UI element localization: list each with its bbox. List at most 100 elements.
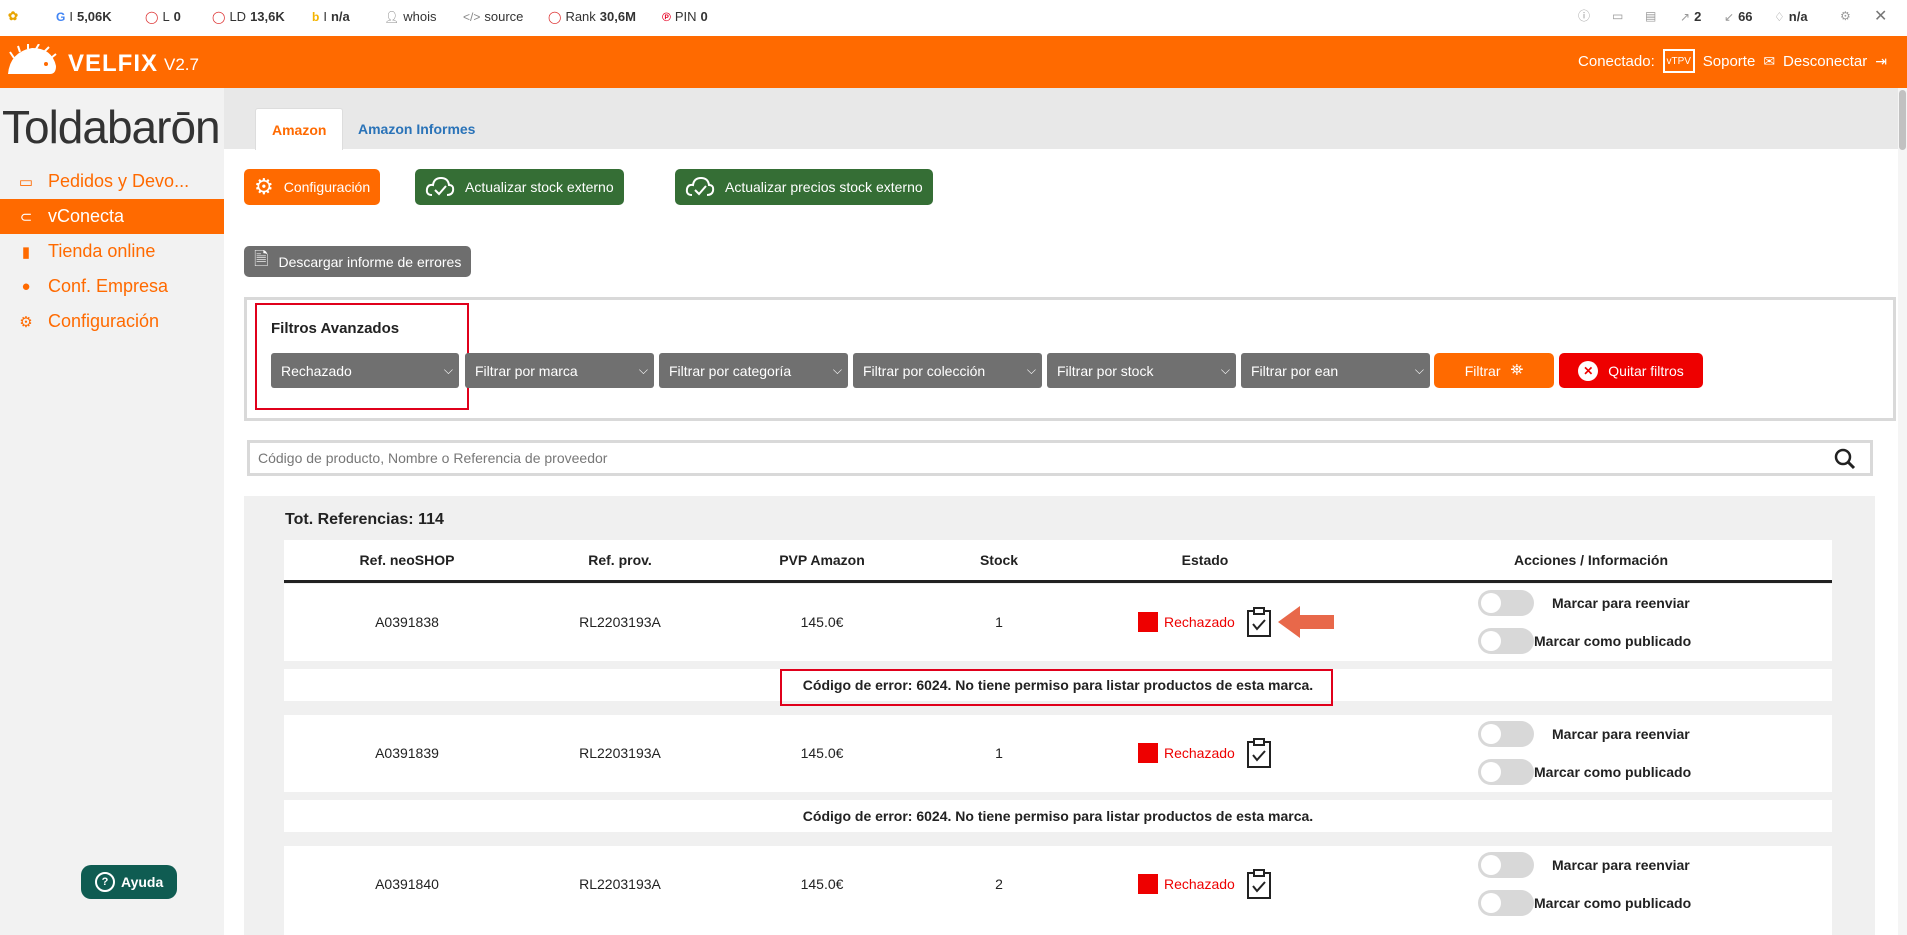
sidebar-item-configuracion[interactable]: ⚙ Configuración [0, 304, 224, 339]
app-version: V2.7 [164, 55, 199, 74]
google-index-label: I [69, 9, 73, 24]
external-links-item[interactable]: ↗ 2 [1680, 9, 1701, 24]
tab-amazon[interactable]: Amazon [255, 108, 344, 150]
sidebar-item-empresa[interactable]: ● Conf. Empresa [0, 269, 224, 304]
source-item[interactable]: </> source [463, 9, 523, 24]
settings-gear-icon[interactable]: ⚙ [1840, 9, 1851, 23]
google-index-item[interactable]: G I 5,06K [56, 9, 112, 24]
help-button[interactable]: ? Ayuda [81, 865, 178, 899]
update-stock-label: Actualizar stock externo [465, 179, 614, 195]
tab-amazon-informes[interactable]: Amazon Informes [342, 108, 491, 149]
published-toggle[interactable]: Marcar como publicado [1478, 628, 1691, 654]
seo-extension-bar: ✿ G I 5,06K ◯ L0 ◯ LD 13,6K b In/a 👤︎ whoi… [0, 0, 1907, 37]
pinterest-label: PIN [674, 9, 697, 24]
app-logo[interactable]: VELFIX V2.7 [6, 44, 199, 78]
rank-item[interactable]: ◯ Rank 30,6M [548, 9, 636, 24]
resend-toggle[interactable]: Marcar para reenviar [1478, 590, 1690, 616]
resend-switch[interactable] [1478, 590, 1534, 616]
ref-neoshop-cell: A0391838 [375, 614, 439, 630]
clipboard-check-icon[interactable] [1246, 737, 1272, 769]
clear-filters-label: Quitar filtros [1608, 362, 1684, 379]
clipboard-check-icon[interactable] [1246, 868, 1272, 900]
resend-toggle[interactable]: Marcar para reenviar [1478, 721, 1690, 747]
published-toggle[interactable]: Marcar como publicado [1478, 890, 1691, 916]
resend-switch[interactable] [1478, 721, 1534, 747]
links-item[interactable]: ◯ L0 [145, 9, 181, 24]
published-label: Marcar como publicado [1534, 895, 1692, 911]
table-row: A0391838 RL2203193A 145.0€ 1 Rechazado M… [284, 584, 1832, 661]
google-index-value: 5,06K [76, 9, 112, 24]
sidebar-item-tienda[interactable]: ▮ Tienda online [0, 234, 224, 269]
book-icon: ▮ [21, 243, 31, 261]
pvp-cell: 145.0€ [800, 614, 844, 630]
mail-icon[interactable]: ✉ [1763, 54, 1775, 68]
published-switch[interactable] [1478, 759, 1534, 785]
filter-button[interactable]: Filtrar ⛯ [1434, 353, 1554, 388]
bing-index-item[interactable]: b In/a [312, 9, 350, 24]
extension-logo-icon[interactable]: ✿ [8, 9, 18, 23]
filter-button-label: Filtrar [1464, 362, 1501, 379]
links-value: 0 [173, 9, 181, 24]
published-switch[interactable] [1478, 890, 1534, 916]
scrollbar-thumb[interactable] [1899, 90, 1906, 150]
close-icon[interactable]: ✕ [1874, 6, 1887, 26]
resend-switch[interactable] [1478, 852, 1534, 878]
info-icon[interactable]: ⓘ [1578, 9, 1590, 23]
diagnostics-item[interactable]: ♢ n/a [1774, 9, 1808, 24]
logout-icon[interactable]: ⇥ [1875, 54, 1887, 68]
update-stock-button[interactable]: Actualizar stock externo [415, 169, 624, 205]
download-errors-button[interactable]: 🗎︎ Descargar informe de errores [244, 246, 472, 277]
linking-domains-item[interactable]: ◯ LD 13,6K [212, 9, 285, 24]
circle-icon: ◯ [212, 9, 226, 24]
internal-link-icon: ↙ [1724, 9, 1735, 24]
app-header: VELFIX V2.7 Conectado: vTPV Soporte ✉ De… [0, 36, 1907, 88]
header-pvp-amazon: PVP Amazon [779, 552, 865, 568]
external-link-icon: ↗ [1680, 9, 1691, 24]
brand-filter-select[interactable]: Filtrar por marca ⌵ [465, 353, 654, 388]
resend-toggle[interactable]: Marcar para reenviar [1478, 852, 1690, 878]
configuracion-button-label: Configuración [283, 179, 371, 195]
ean-filter-select[interactable]: Filtrar por ean ⌵ [1241, 353, 1430, 388]
person-icon: 👤︎ [384, 9, 400, 24]
clipboard-check-icon[interactable] [1246, 606, 1272, 638]
clear-filters-button[interactable]: ✕ Quitar filtros [1559, 353, 1703, 388]
search-input[interactable]: Código de producto, Nombre o Referencia … [247, 440, 1873, 476]
header-estado: Estado [1181, 552, 1229, 568]
presentation-icon[interactable]: ▭ [1612, 9, 1623, 23]
hedgehog-logo-icon [8, 44, 57, 74]
published-switch[interactable] [1478, 628, 1534, 654]
sidebar-item-pedidos[interactable]: ▭ Pedidos y Devo... [0, 164, 224, 199]
ref-prov-cell: RL2203193A [579, 876, 661, 892]
collection-filter-select[interactable]: Filtrar por colección ⌵ [853, 353, 1042, 388]
sidebar-item-label: Configuración [48, 311, 160, 331]
page-scrollbar[interactable] [1898, 88, 1907, 935]
circle-icon: ◯ [548, 9, 562, 24]
binoculars-icon: ⛯ [1510, 361, 1524, 379]
published-toggle[interactable]: Marcar como publicado [1478, 759, 1691, 785]
update-prices-button[interactable]: Actualizar precios stock externo [675, 169, 933, 205]
configuracion-button[interactable]: ⚙ Configuración [244, 169, 381, 205]
stock-cell: 1 [995, 614, 1003, 630]
diamond-icon: ♢ [1774, 9, 1785, 24]
close-circle-icon: ✕ [1578, 360, 1599, 381]
support-link[interactable]: Soporte [1703, 53, 1756, 70]
category-filter-select[interactable]: Filtrar por categoría ⌵ [659, 353, 848, 388]
sidebar-item-vconecta[interactable]: ⊂ vConecta [0, 199, 224, 234]
logout-link[interactable]: Desconectar [1783, 53, 1867, 70]
resend-label: Marcar para reenviar [1552, 595, 1690, 611]
pvp-cell: 145.0€ [800, 876, 844, 892]
stock-filter-select[interactable]: Filtrar por stock ⌵ [1047, 353, 1236, 388]
tpv-icon[interactable]: vTPV [1662, 49, 1695, 73]
gear-icon: ⚙ [19, 313, 33, 331]
whois-item[interactable]: 👤︎ whois [384, 9, 436, 24]
external-links-value: 2 [1694, 9, 1702, 24]
links-label: L [162, 9, 170, 24]
header-acciones: Acciones / Información [1513, 552, 1669, 568]
status-badge: Rechazado [1138, 743, 1235, 763]
linking-domains-label: LD [229, 9, 247, 24]
internal-links-item[interactable]: ↙ 66 [1724, 9, 1753, 24]
pinterest-item[interactable]: ℗ PIN 0 [662, 9, 708, 24]
stats-icon[interactable]: ▤ [1645, 9, 1656, 23]
search-icon[interactable] [1834, 448, 1856, 470]
table-row: A0391840 RL2203193A 145.0€ 2 Rechazado M… [284, 846, 1832, 935]
